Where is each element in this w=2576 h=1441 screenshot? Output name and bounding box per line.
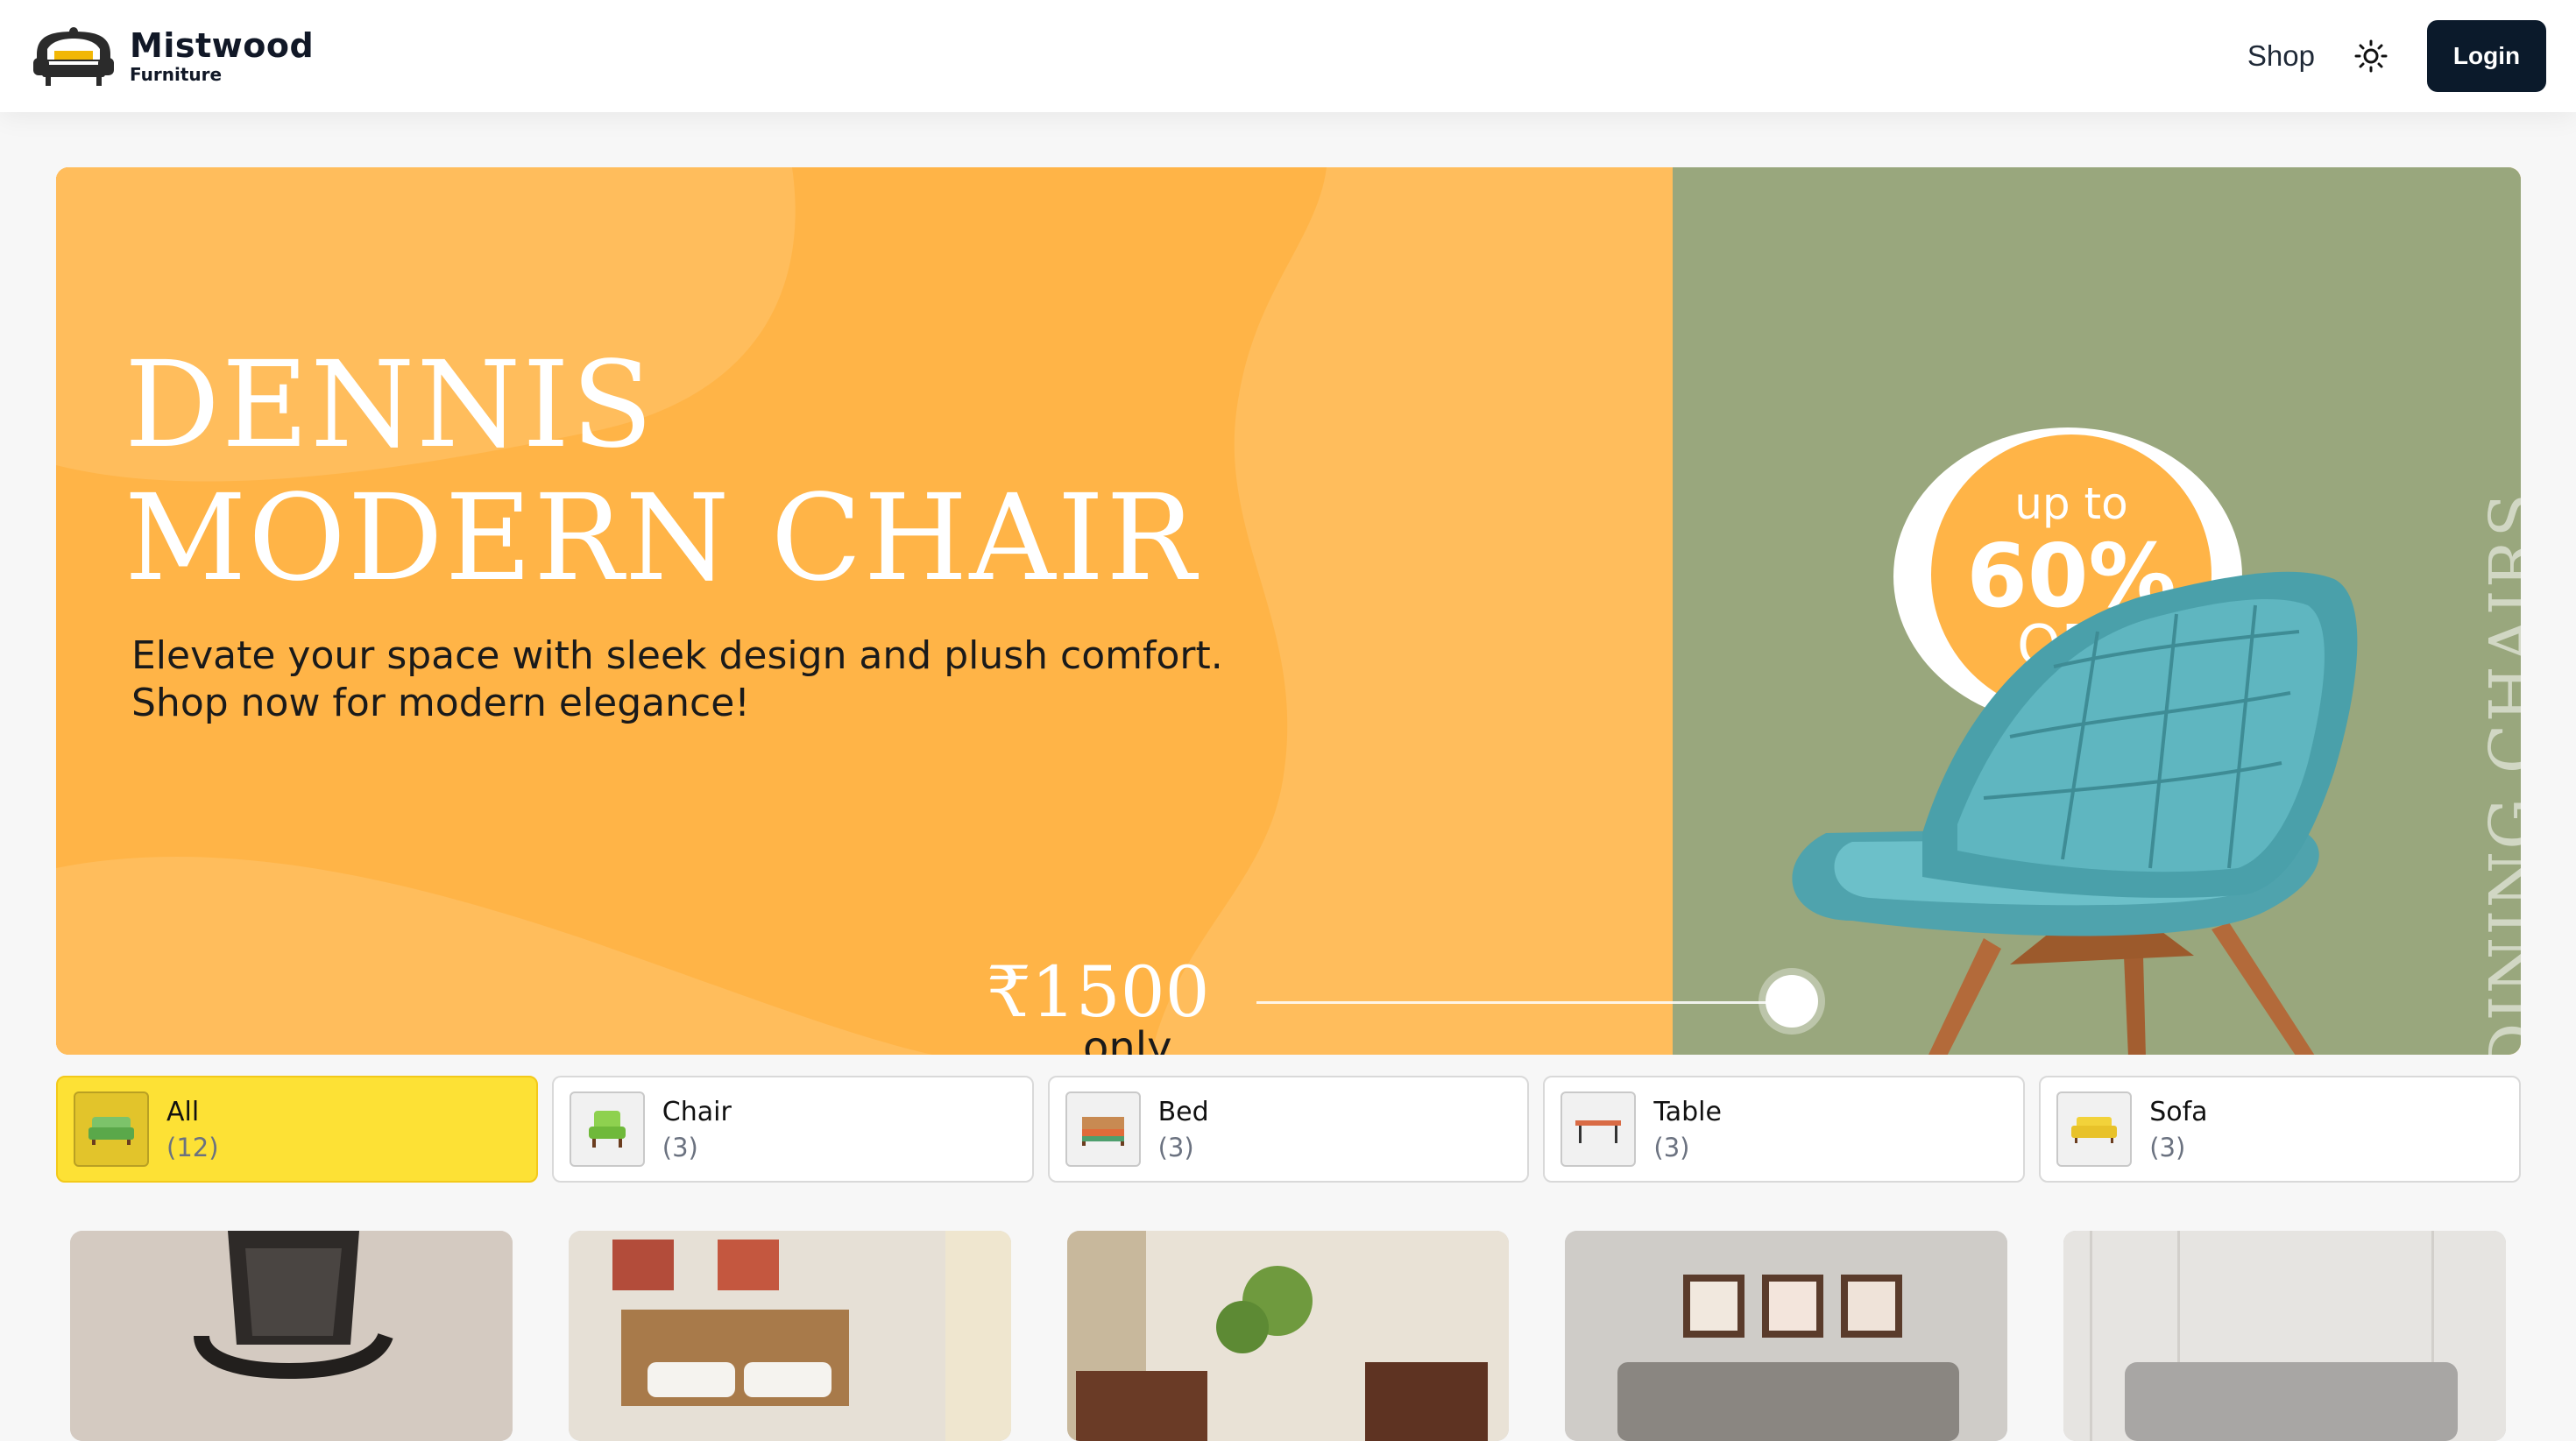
product-card-grey-sofa[interactable] xyxy=(2063,1231,2506,1441)
hero-left-panel: DENNIS MODERN CHAIR Elevate your space w… xyxy=(56,167,1673,1055)
hero-banner[interactable]: DENNIS MODERN CHAIR Elevate your space w… xyxy=(56,167,2521,1055)
hero-title-line2: MODERN CHAIR xyxy=(124,470,1198,608)
category-count: (3) xyxy=(1157,1132,1194,1162)
product-image xyxy=(568,1231,1011,1441)
category-label: Bed xyxy=(1157,1096,1209,1127)
bed-icon xyxy=(1081,1117,1124,1146)
category-tab-chair[interactable]: Chair (3) xyxy=(551,1076,1034,1183)
category-label: Chair xyxy=(662,1096,732,1127)
category-chair-thumbnail xyxy=(569,1091,645,1167)
hero-background-shapes xyxy=(56,167,1673,1055)
product-image xyxy=(1066,1231,1510,1441)
product-image xyxy=(2063,1231,2506,1441)
hero-description: Elevate your space with sleek design and… xyxy=(131,632,1223,727)
category-label: Table xyxy=(1653,1096,1722,1127)
hero-desc-line2: Shop now for modern elegance! xyxy=(131,681,750,725)
category-label: Sofa xyxy=(2149,1096,2208,1127)
price-pointer-dot xyxy=(1766,975,1818,1028)
category-tab-all[interactable]: All (12) xyxy=(56,1076,538,1183)
sofa-logo-icon xyxy=(33,27,114,86)
category-count: (12) xyxy=(166,1132,219,1162)
theme-toggle-button[interactable] xyxy=(2348,33,2394,79)
brand-name: Mistwood xyxy=(130,26,315,65)
hero-title-line1: DENNIS xyxy=(124,336,655,475)
sun-icon xyxy=(2354,39,2388,73)
brand-subtitle: Furniture xyxy=(130,64,223,85)
product-card-sofa[interactable] xyxy=(1565,1231,2008,1441)
sofa-icon xyxy=(2071,1117,2118,1143)
category-count: (3) xyxy=(662,1132,698,1162)
product-grid xyxy=(70,1231,2506,1441)
hero-price: ₹1500 xyxy=(987,951,1210,1033)
top-navbar: Mistwood Furniture Shop Login xyxy=(0,0,2576,112)
category-all-thumbnail xyxy=(74,1091,149,1167)
table-icon xyxy=(1575,1120,1622,1143)
login-button[interactable]: Login xyxy=(2427,20,2546,92)
product-image xyxy=(70,1231,513,1441)
category-tab-sofa[interactable]: Sofa (3) xyxy=(2039,1076,2521,1183)
category-tabs: All (12) Chair (3) Bed (3) Table (3) Sof… xyxy=(56,1076,2521,1183)
nav-links: Shop Login xyxy=(2247,20,2546,92)
hero-title: DENNIS MODERN CHAIR xyxy=(124,339,1198,605)
category-tab-bed[interactable]: Bed (3) xyxy=(1047,1076,1530,1183)
product-card-office-chair[interactable] xyxy=(70,1231,513,1441)
price-pointer-line xyxy=(1256,1001,1782,1004)
hero-price-suffix: only xyxy=(1083,1023,1172,1055)
product-card-dining-table[interactable] xyxy=(1066,1231,1510,1441)
hero-vertical-text: DINING CHAIRS xyxy=(2476,491,2521,1055)
brand[interactable]: Mistwood Furniture xyxy=(30,23,314,89)
product-card-bed[interactable] xyxy=(568,1231,1011,1441)
nav-shop-link[interactable]: Shop xyxy=(2247,39,2315,73)
product-image xyxy=(1565,1231,2008,1441)
badge-up-to: up to xyxy=(2014,478,2128,529)
chair-icon xyxy=(588,1111,626,1148)
category-sofa-thumbnail xyxy=(2056,1091,2133,1167)
chair-image xyxy=(1792,571,2358,1055)
category-tab-table[interactable]: Table (3) xyxy=(1543,1076,2026,1183)
hero-desc-line1: Elevate your space with sleek design and… xyxy=(131,633,1223,678)
category-label: All xyxy=(166,1096,200,1127)
category-bed-thumbnail xyxy=(1065,1091,1141,1167)
category-count: (3) xyxy=(1653,1132,1690,1162)
sofa-icon xyxy=(88,1117,134,1145)
category-count: (3) xyxy=(2149,1132,2186,1162)
category-table-thumbnail xyxy=(1560,1091,1637,1167)
